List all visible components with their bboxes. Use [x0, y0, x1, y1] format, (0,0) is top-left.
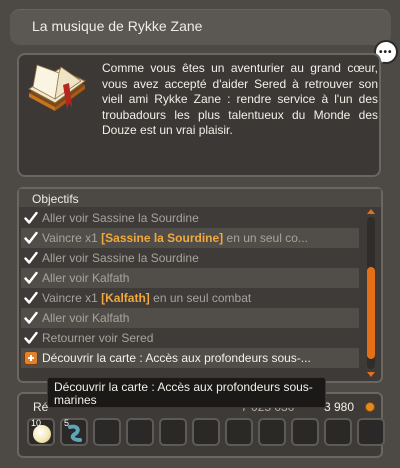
objective-text-main: Aller voir Sassine la Sourdine — [42, 251, 199, 265]
objective-row[interactable]: Vaincre x1 [Kalfath] en un seul combat — [21, 288, 359, 308]
reward-slot[interactable] — [93, 418, 121, 446]
objective-row[interactable]: Aller voir Sassine la Sourdine — [21, 208, 359, 228]
title-bar: La musique de Rykke Zane — [10, 9, 391, 45]
plus-icon[interactable] — [24, 351, 38, 365]
book-icon — [28, 64, 86, 111]
objective-text: Aller voir Sassine la Sourdine — [42, 208, 199, 228]
objectives-header: Objectifs — [19, 189, 381, 207]
objective-row[interactable]: Retourner voir Sered — [21, 328, 359, 348]
scroll-thumb[interactable] — [367, 267, 375, 359]
reward-slot[interactable]: 5 — [60, 418, 88, 446]
objective-text-main: Aller voir Kalfath — [42, 311, 130, 325]
objective-text: Aller voir Kalfath — [42, 268, 129, 288]
kamas-icon — [365, 402, 375, 412]
objective-text-suffix: en un seul co... — [223, 231, 308, 245]
objective-text-main: Découvrir la carte : Accès aux profondeu… — [42, 351, 311, 365]
check-icon — [24, 331, 38, 344]
quest-title: La musique de Rykke Zane — [32, 18, 203, 34]
reward-slot[interactable] — [159, 418, 187, 446]
reward-count: 10 — [31, 418, 42, 428]
kamas-value: 3 980 — [324, 400, 355, 414]
check-icon — [24, 231, 38, 244]
check-icon — [24, 271, 38, 284]
objective-text-main: Retourner voir Sered — [42, 331, 154, 345]
check-icon — [24, 251, 38, 264]
objective-row[interactable]: Vaincre x1 [Sassine la Sourdine] en un s… — [21, 228, 359, 248]
reward-slot[interactable] — [291, 418, 319, 446]
objectives-title: Objectifs — [32, 192, 79, 206]
check-icon — [24, 291, 38, 304]
objective-tooltip: Découvrir la carte : Accès aux profondeu… — [47, 377, 326, 408]
objective-text: Découvrir la carte : Accès aux profondeu… — [42, 348, 311, 368]
objective-target-link[interactable]: [Sassine la Sourdine] — [101, 231, 223, 245]
reward-slot[interactable] — [258, 418, 286, 446]
objective-text-main: Aller voir Sassine la Sourdine — [42, 211, 199, 225]
check-icon — [24, 311, 38, 324]
reward-slot[interactable]: 10 — [27, 418, 55, 446]
objective-text-main: Aller voir Kalfath — [42, 271, 130, 285]
objectives-scrollbar[interactable] — [365, 209, 377, 377]
scroll-up-arrow-icon[interactable] — [367, 209, 375, 214]
objective-text-suffix: en un seul combat — [149, 291, 252, 305]
objectives-panel: Objectifs Aller voir Sassine la Sourdine… — [17, 187, 383, 383]
objective-row[interactable]: Aller voir Sassine la Sourdine — [21, 248, 359, 268]
objective-text: Aller voir Sassine la Sourdine — [42, 248, 199, 268]
reward-slot[interactable] — [126, 418, 154, 446]
objective-row[interactable]: Aller voir Kalfath — [21, 268, 359, 288]
objective-text: Vaincre x1 [Sassine la Sourdine] en un s… — [42, 228, 308, 248]
objective-row[interactable]: Découvrir la carte : Accès aux profondeu… — [21, 348, 359, 368]
reward-slot[interactable] — [324, 418, 352, 446]
objective-target-link[interactable]: [Kalfath] — [101, 291, 150, 305]
reward-count: 5 — [64, 418, 70, 428]
description-panel: Comme vous êtes un aventurier au grand c… — [17, 53, 381, 177]
objective-row[interactable]: Aller voir Kalfath — [21, 308, 359, 328]
reward-slot[interactable] — [192, 418, 220, 446]
check-icon — [24, 211, 38, 224]
reward-slot[interactable] — [225, 418, 253, 446]
objective-text: Vaincre x1 [Kalfath] en un seul combat — [42, 288, 251, 308]
objective-text-main: Vaincre x1 — [42, 291, 102, 305]
objective-text-main: Vaincre x1 — [42, 231, 102, 245]
reward-slot[interactable] — [357, 418, 385, 446]
quest-window: La musique de Rykke Zane ••• Comme vous … — [0, 0, 400, 468]
objectives-list: Aller voir Sassine la Sourdine Vaincre x1… — [21, 208, 359, 368]
scroll-down-arrow-icon[interactable] — [367, 372, 375, 377]
quest-description: Comme vous êtes un aventurier au grand c… — [102, 61, 378, 137]
objective-text: Retourner voir Sered — [42, 328, 153, 348]
objective-text: Aller voir Kalfath — [42, 308, 129, 328]
